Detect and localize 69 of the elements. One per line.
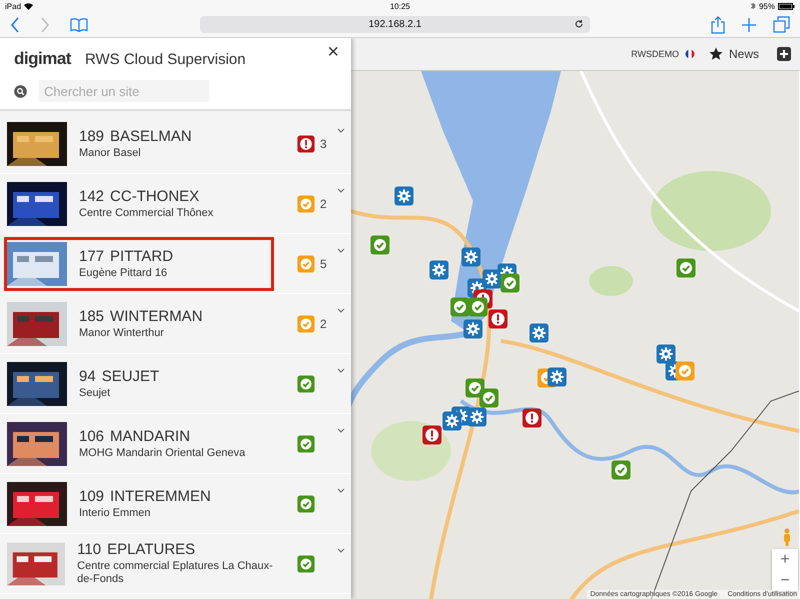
site-subtitle: Centre commercial Eplatures La Chaux-de-Fonds	[77, 560, 274, 586]
add-icon[interactable]	[777, 47, 791, 61]
star-icon[interactable]	[708, 47, 723, 61]
site-subtitle: Eugène Pittard 16	[79, 266, 168, 280]
site-number: 110	[77, 541, 102, 558]
account-name: RWSDEMO	[631, 49, 679, 59]
battery-icon	[778, 2, 795, 10]
clock: 10:25	[390, 2, 410, 10]
site-subtitle: Manor Basel	[79, 146, 142, 160]
site-number: 177	[79, 248, 104, 264]
chevron-down-icon[interactable]	[337, 488, 345, 493]
site-row[interactable]: 106 MANDARIN MOHG Mandarin Oriental Geneva	[0, 414, 351, 474]
battery-level: 95%	[758, 2, 775, 10]
chevron-down-icon[interactable]	[337, 308, 345, 313]
chevron-down-icon[interactable]	[337, 428, 345, 433]
site-row[interactable]: 110 EPLATURES Centre commercial Eplatures La Chaux-de-Fonds	[0, 534, 351, 594]
site-number: 185	[79, 308, 104, 324]
flag-icon	[684, 49, 695, 59]
zoom-in-button[interactable]: +	[772, 549, 798, 570]
site-number: 94	[79, 368, 96, 384]
site-name: MANDARIN	[110, 428, 190, 444]
back-icon[interactable]	[10, 16, 20, 32]
alert-count: 2	[320, 316, 327, 330]
site-name: PITTARD	[110, 248, 174, 264]
site-number: 106	[79, 428, 104, 444]
address-bar[interactable]: 192.168.2.1	[200, 16, 590, 33]
site-subtitle: MOHG Mandarin Oriental Geneva	[79, 446, 246, 460]
wifi-icon	[24, 2, 34, 10]
search-field[interactable]: Chercher un site	[39, 80, 209, 102]
device-name: iPad	[5, 2, 22, 10]
search-icon	[14, 84, 27, 98]
site-name: CC-THONEX	[110, 188, 200, 204]
site-name: EPLATURES	[107, 541, 196, 558]
site-subtitle: Interio Emmen	[79, 506, 152, 520]
site-row[interactable]: 142 CC-THONEX Centre Commercial Thônex 2	[0, 174, 351, 234]
share-icon[interactable]	[711, 16, 725, 34]
site-name: WINTERMAN	[110, 308, 203, 324]
zoom-out-button[interactable]: −	[772, 570, 798, 591]
news-link[interactable]: News	[728, 47, 759, 61]
site-number: 142	[79, 188, 104, 204]
alert-count: 5	[320, 256, 327, 270]
site-subtitle: Manor Winterthur	[79, 326, 165, 340]
alert-count: 3	[320, 136, 327, 150]
close-button[interactable]: ×	[327, 42, 339, 62]
chevron-down-icon[interactable]	[337, 368, 345, 373]
site-name: INTEREMMEN	[110, 488, 211, 504]
site-subtitle: Centre Commercial Thônex	[79, 206, 214, 220]
chevron-down-icon[interactable]	[337, 128, 345, 133]
site-row[interactable]: 189 BASELMAN Manor Basel 3	[0, 114, 351, 174]
site-number: 189	[79, 128, 104, 144]
site-number: 109	[79, 488, 104, 504]
site-row[interactable]: 109 INTEREMMEN Interio Emmen	[0, 474, 351, 534]
site-row[interactable]: 94 SEUJET Seujet	[0, 354, 351, 414]
tabs-icon[interactable]	[773, 16, 790, 33]
plus-icon[interactable]	[741, 16, 757, 32]
chevron-down-icon[interactable]	[337, 188, 345, 193]
reload-icon[interactable]	[574, 19, 584, 29]
site-subtitle: Seujet	[79, 386, 112, 400]
alert-count: 2	[320, 196, 327, 210]
site-row[interactable]: 177 PITTARD Eugène Pittard 16 5	[0, 234, 351, 294]
chevron-down-icon[interactable]	[337, 548, 345, 553]
app-title: RWS Cloud Supervision	[84, 50, 246, 68]
site-name: BASELMAN	[110, 128, 192, 144]
bluetooth-icon	[750, 2, 756, 10]
chevron-down-icon[interactable]	[337, 248, 345, 253]
site-name: SEUJET	[102, 368, 160, 384]
logo: digimat	[14, 49, 71, 69]
site-row[interactable]: 185 WINTERMAN Manor Winterthur 2	[0, 294, 351, 354]
bookmarks-icon[interactable]	[70, 18, 88, 32]
